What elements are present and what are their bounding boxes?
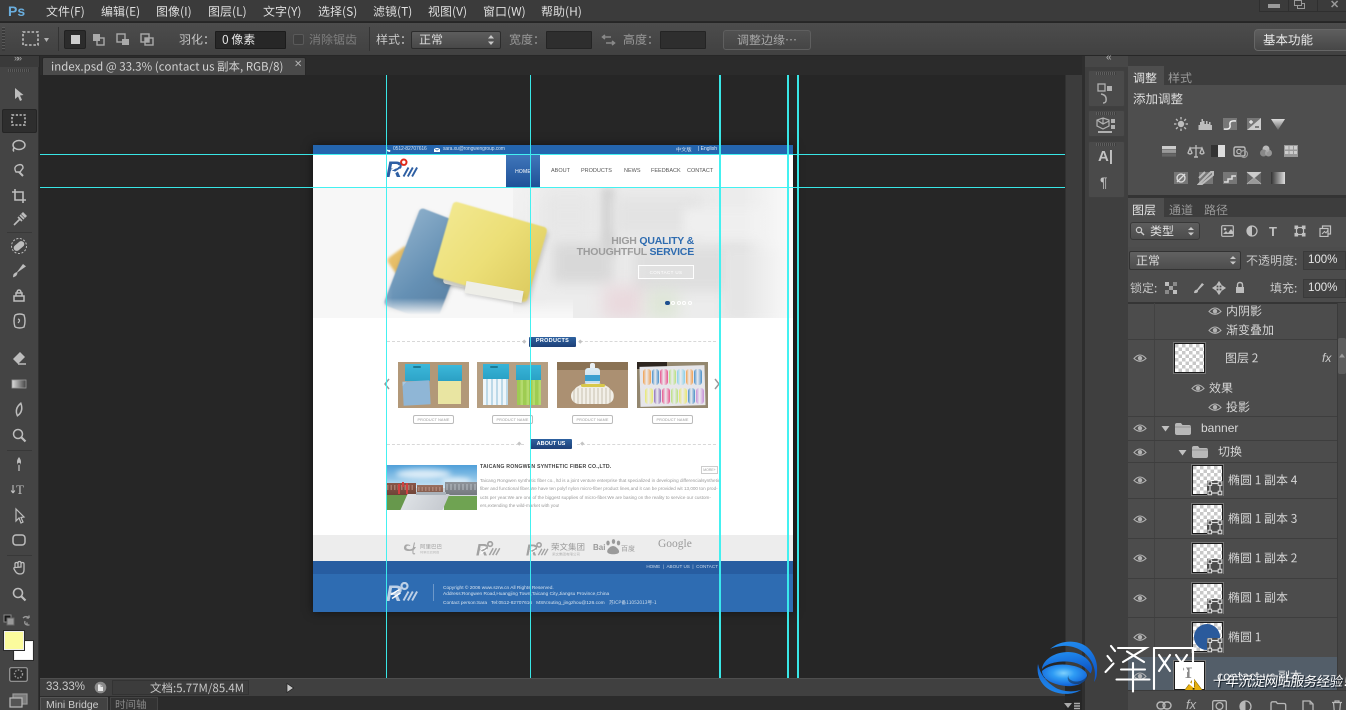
svg-text:T: T — [16, 482, 24, 497]
